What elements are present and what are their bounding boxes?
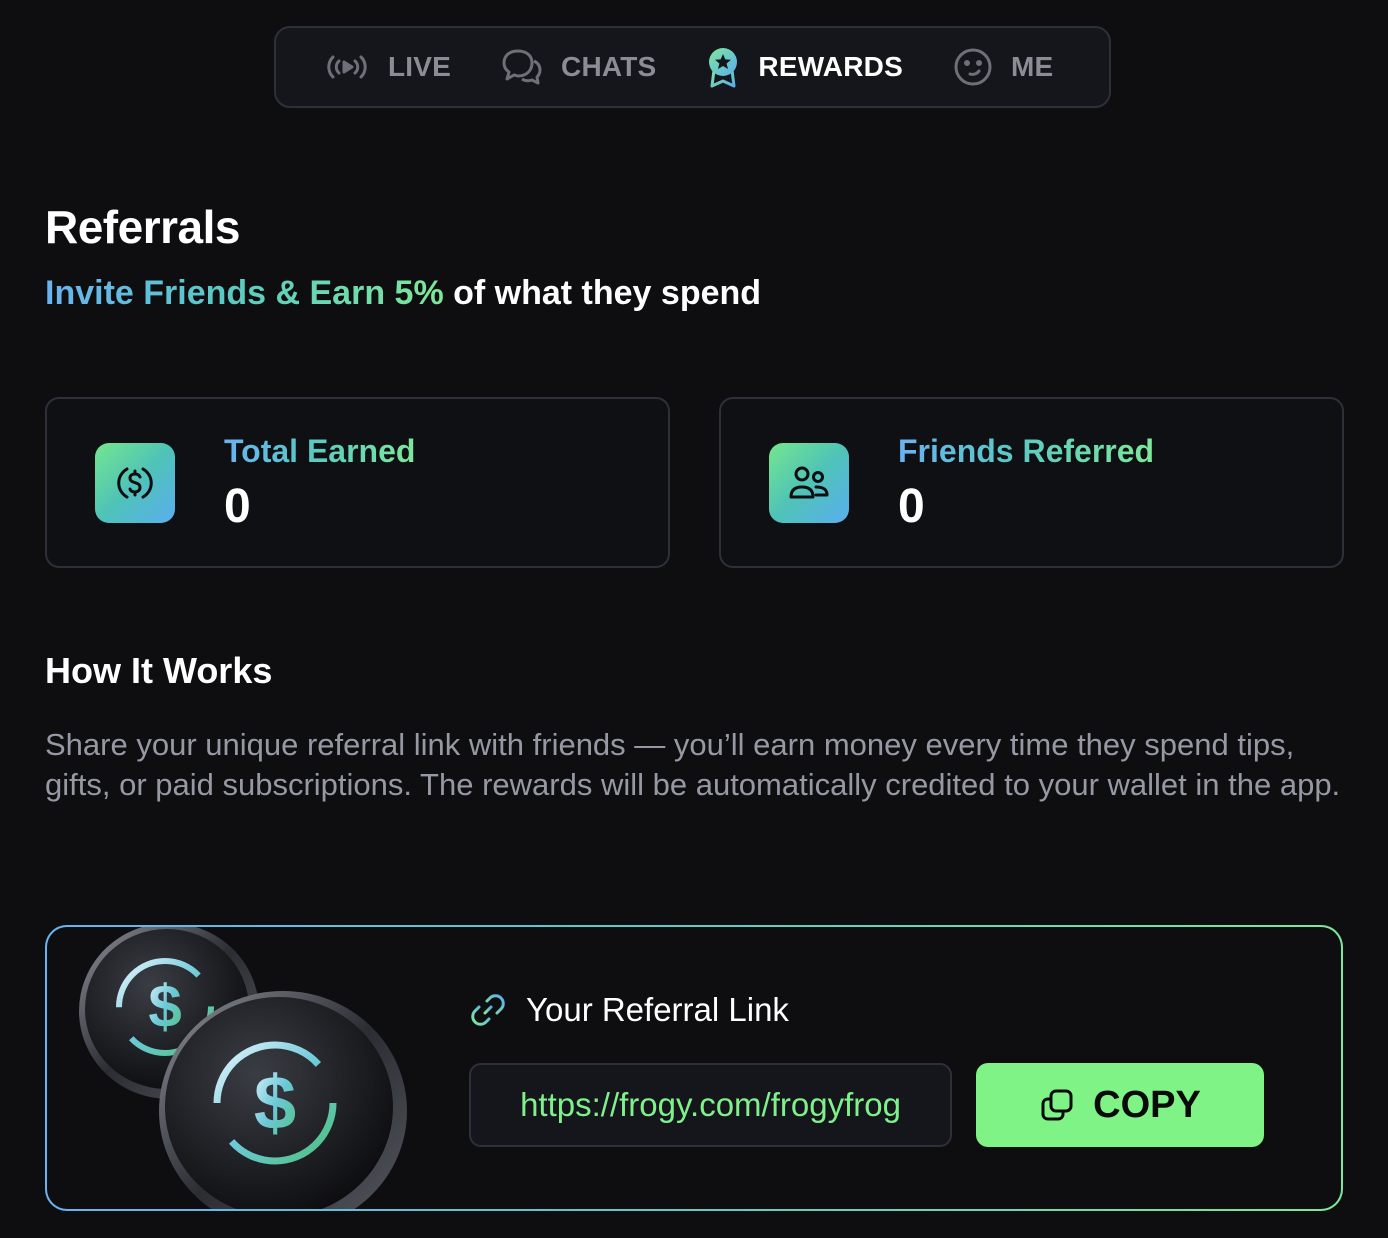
nav-live[interactable]: LIVE xyxy=(324,51,451,83)
award-ribbon-icon xyxy=(706,46,740,88)
friends-referred-card: Friends Referred 0 xyxy=(719,397,1344,568)
users-icon xyxy=(769,443,849,523)
nav-chats-label: CHATS xyxy=(561,51,657,82)
nav-chats[interactable]: CHATS xyxy=(501,48,656,86)
nav-rewards-label: REWARDS xyxy=(758,51,903,82)
live-broadcast-icon xyxy=(324,52,370,82)
total-earned-value: 0 xyxy=(224,480,251,533)
smiley-face-icon xyxy=(953,47,993,87)
svg-text:$: $ xyxy=(148,973,181,1040)
nav-me-label: ME xyxy=(1010,51,1054,82)
referral-link-field[interactable]: https://frogy.com/frogyfrog xyxy=(469,1063,952,1147)
dollar-circle-icon xyxy=(95,443,175,523)
nav-live-label: LIVE xyxy=(388,51,452,82)
dollar-coins-icon: $ $ xyxy=(77,927,417,1209)
copy-button[interactable]: COPY xyxy=(976,1063,1264,1147)
referral-link-panel: $ $ Your Referral Link https://frogy.com… xyxy=(45,925,1343,1211)
svg-text:$: $ xyxy=(254,1061,296,1146)
how-it-works-body: Share your unique referral link with fri… xyxy=(45,727,1341,802)
total-earned-label: Total Earned xyxy=(224,433,416,469)
page-title: Referrals xyxy=(45,201,240,253)
friends-referred-label: Friends Referred xyxy=(898,433,1155,469)
top-nav: LIVE CHATS REWARDS ME xyxy=(274,26,1111,108)
link-icon xyxy=(470,992,506,1028)
copy-icon xyxy=(1039,1087,1075,1123)
referral-link-label: Your Referral Link xyxy=(526,991,789,1028)
chat-bubbles-icon xyxy=(501,48,543,86)
total-earned-card: Total Earned 0 xyxy=(45,397,670,568)
page-subtitle: Invite Friends & Earn 5% of what they sp… xyxy=(45,274,761,313)
referral-link-heading: Your Referral Link xyxy=(470,991,789,1029)
subtitle-rest: of what they spend xyxy=(443,274,762,312)
nav-rewards[interactable]: REWARDS xyxy=(706,46,903,88)
how-it-works-title: How It Works xyxy=(45,650,273,691)
friends-referred-value: 0 xyxy=(898,480,925,533)
nav-me[interactable]: ME xyxy=(953,47,1053,87)
copy-button-label: COPY xyxy=(1093,1083,1201,1126)
subtitle-highlight: Invite Friends & Earn 5% xyxy=(45,274,444,312)
